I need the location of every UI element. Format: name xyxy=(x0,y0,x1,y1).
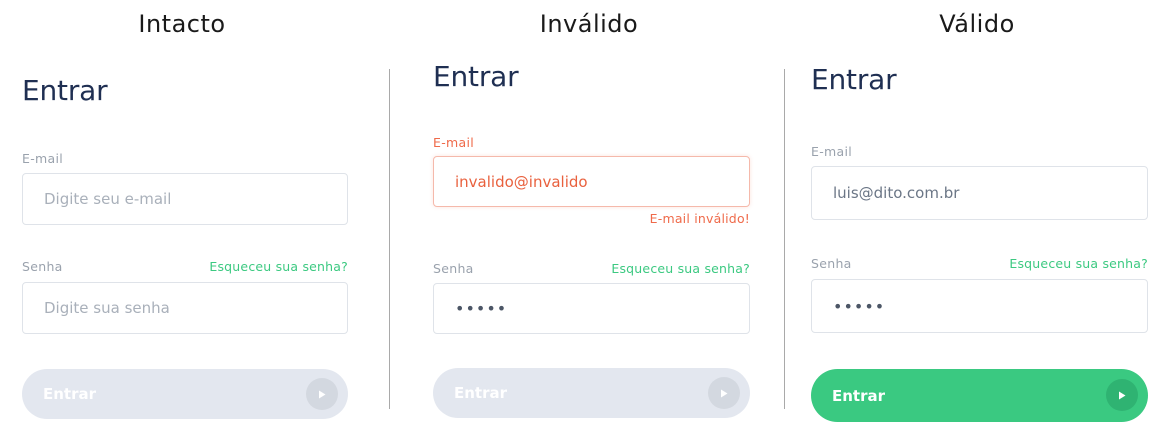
form-title: Entrar xyxy=(22,74,108,107)
play-icon xyxy=(708,377,740,409)
login-button[interactable]: Entrar xyxy=(22,369,348,419)
password-input[interactable]: Digite sua senha xyxy=(22,282,348,334)
login-button[interactable]: Entrar xyxy=(811,369,1148,422)
email-label: E-mail xyxy=(811,144,852,159)
password-label: Senha xyxy=(22,259,63,274)
column-divider xyxy=(784,69,785,409)
form-title: Entrar xyxy=(811,63,897,96)
email-error-message: E-mail inválido! xyxy=(649,211,750,226)
login-button-label: Entrar xyxy=(832,386,886,405)
form-title: Entrar xyxy=(433,60,519,93)
forgot-password-link[interactable]: Esqueceu sua senha? xyxy=(209,259,348,274)
password-input[interactable]: ••••• xyxy=(811,279,1148,333)
play-icon xyxy=(1106,379,1138,411)
login-button[interactable]: Entrar xyxy=(433,368,750,418)
column-divider xyxy=(389,69,390,409)
email-label: E-mail xyxy=(22,151,63,166)
email-label: E-mail xyxy=(433,135,474,150)
login-button-label: Entrar xyxy=(454,384,508,402)
login-form-invalido: Entrar E-mail invalido@invalido E-mail i… xyxy=(433,0,750,443)
email-input[interactable]: Digite seu e-mail xyxy=(22,173,348,225)
forgot-password-link[interactable]: Esqueceu sua senha? xyxy=(611,261,750,276)
password-label: Senha xyxy=(433,261,474,276)
login-button-label: Entrar xyxy=(43,385,97,403)
password-input[interactable]: ••••• xyxy=(433,283,750,334)
login-form-valido: Entrar E-mail luis@dito.com.br Senha Esq… xyxy=(811,0,1148,443)
email-input[interactable]: luis@dito.com.br xyxy=(811,166,1148,220)
play-icon xyxy=(306,378,338,410)
forgot-password-link[interactable]: Esqueceu sua senha? xyxy=(1009,256,1148,271)
email-input[interactable]: invalido@invalido xyxy=(433,156,750,207)
login-form-intacto: Entrar E-mail Digite seu e-mail Senha Es… xyxy=(22,0,348,443)
password-label: Senha xyxy=(811,256,852,271)
